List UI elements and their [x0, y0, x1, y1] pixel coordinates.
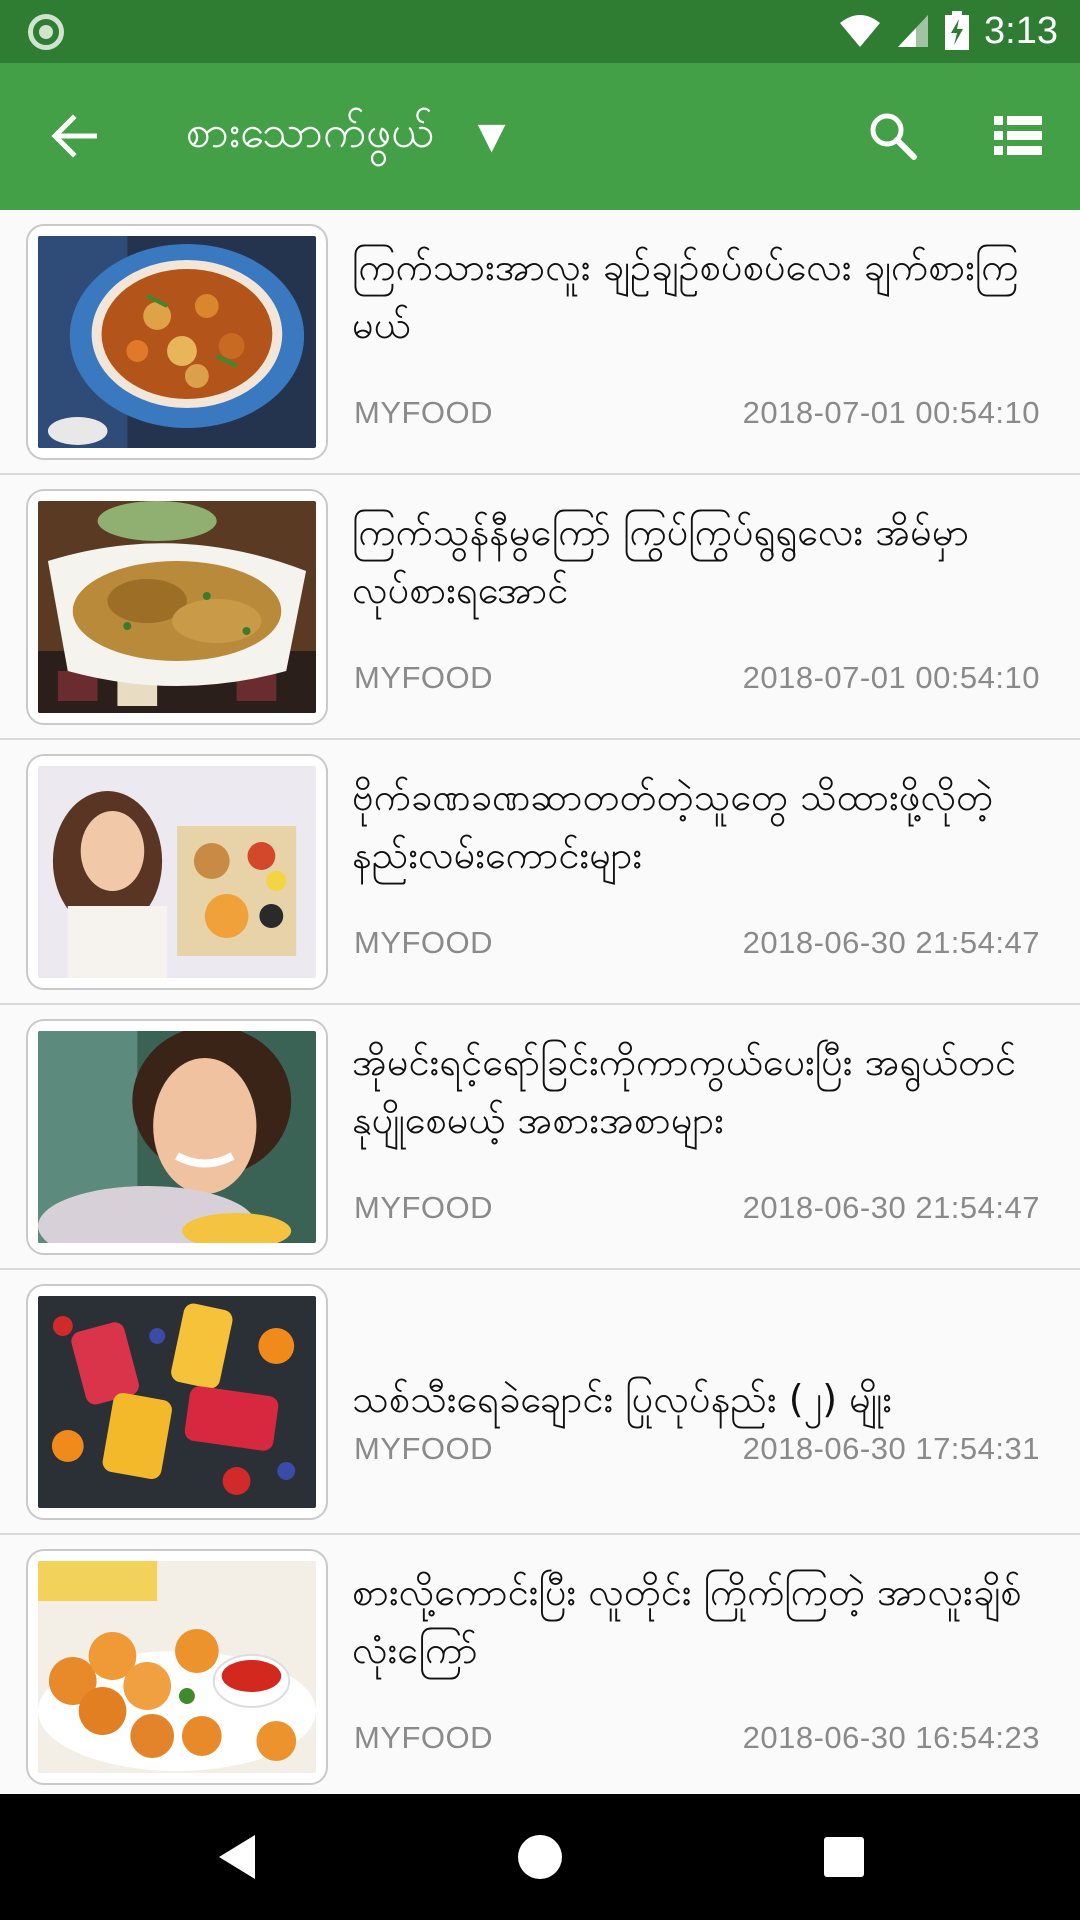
article-source: MYFOOD — [354, 1720, 494, 1755]
back-arrow-icon — [51, 114, 97, 158]
battery-charging-icon — [945, 11, 970, 50]
back-button[interactable] — [42, 103, 108, 169]
article-date: 2018-06-30 21:54:47 — [742, 925, 1040, 960]
article-item[interactable]: ကြက်သားအာလူး ချဉ်ချဉ်စပ်စပ်လေး ချက်စားကြ… — [0, 210, 1080, 475]
system-nav-bar — [0, 1794, 1080, 1920]
nav-home-button[interactable] — [508, 1825, 572, 1889]
article-title[interactable]: စားလို့ကောင်းပြီး လူတိုင်း ကြိုက်ကြတဲ့ အ… — [352, 1563, 1052, 1679]
article-item[interactable]: သစ်သီးရေခဲချောင်း ပြုလုပ်နည်း (၂) မျိုး … — [0, 1270, 1080, 1535]
article-title[interactable]: သစ်သီးရေခဲချောင်း ပြုလုပ်နည်း (၂) မျိုး — [352, 1370, 1052, 1428]
article-thumbnail — [26, 754, 328, 990]
article-item[interactable]: စားလို့ကောင်းပြီး လူတိုင်း ကြိုက်ကြတဲ့ အ… — [0, 1535, 1080, 1794]
wifi-icon — [840, 15, 881, 47]
article-source: MYFOOD — [354, 925, 494, 960]
signal-icon — [898, 15, 929, 47]
notification-ring-icon — [28, 14, 64, 50]
article-date: 2018-07-01 00:54:10 — [742, 660, 1040, 695]
fruit-popsicles-image — [38, 1296, 316, 1508]
nav-back-button[interactable] — [205, 1825, 269, 1889]
onion-fritters-image — [38, 501, 316, 713]
article-date: 2018-06-30 16:54:23 — [742, 1720, 1040, 1755]
status-time: 3:13 — [984, 9, 1058, 52]
article-source: MYFOOD — [354, 660, 494, 695]
article-date: 2018-07-01 00:54:10 — [742, 395, 1040, 430]
article-item[interactable]: ဗိုက်ခဏခဏဆာတတ်တဲ့သူတွေ သိထားဖို့လိုတဲ့နည… — [0, 740, 1080, 1005]
app-toolbar: စားသောက်ဖွယ် ▼ — [0, 63, 1080, 210]
page-title: စားသောက်ဖွယ် — [186, 107, 434, 158]
article-title[interactable]: ဗိုက်ခဏခဏဆာတတ်တဲ့သူတွေ သိထားဖို့လိုတဲ့နည… — [352, 768, 1052, 884]
article-thumbnail — [26, 1019, 328, 1255]
article-thumbnail — [26, 224, 328, 460]
article-item[interactable]: အိုမင်းရင့်ရော်ခြင်းကိုကာကွယ်ပေးပြီး အရွ… — [0, 1005, 1080, 1270]
recents-square-icon — [824, 1837, 864, 1877]
nav-recents-button[interactable] — [812, 1825, 876, 1889]
dropdown-triangle-icon: ▼ — [477, 116, 506, 157]
article-thumbnail — [26, 489, 328, 725]
list-view-icon — [994, 116, 1042, 155]
chicken-potato-curry-image — [38, 236, 316, 448]
woman-eating-image — [38, 1031, 316, 1243]
article-item[interactable]: ကြက်သွန်နီမွကြော် ကြွပ်ကြွပ်ရွရွလေး အိမ်… — [0, 475, 1080, 740]
search-icon — [870, 113, 917, 160]
potato-cheese-balls-image — [38, 1561, 316, 1773]
article-date: 2018-06-30 21:54:47 — [742, 1190, 1040, 1225]
article-thumbnail — [26, 1549, 328, 1785]
status-bar: 3:13 — [0, 0, 1080, 63]
article-date: 2018-06-30 17:54:31 — [742, 1431, 1040, 1466]
article-thumbnail — [26, 1284, 328, 1520]
search-button[interactable] — [860, 103, 926, 169]
article-title[interactable]: ကြက်သွန်နီမွကြော် ကြွပ်ကြွပ်ရွရွလေး အိမ်… — [352, 503, 1052, 619]
article-source: MYFOOD — [354, 1431, 494, 1466]
article-title[interactable]: အိုမင်းရင့်ရော်ခြင်းကိုကာကွယ်ပေးပြီး အရွ… — [352, 1033, 1052, 1149]
article-source: MYFOOD — [354, 395, 494, 430]
article-title[interactable]: ကြက်သားအာလူး ချဉ်ချဉ်စပ်စပ်လေး ချက်စားကြ… — [352, 238, 1052, 354]
status-icons: 3:13 — [838, 6, 1058, 56]
list-view-button[interactable] — [985, 103, 1051, 169]
article-list: ကြက်သားအာလူး ချဉ်ချဉ်စပ်စပ်လေး ချက်စားကြ… — [0, 210, 1080, 1794]
home-circle-icon — [518, 1835, 562, 1879]
woman-breakfast-tray-image — [38, 766, 316, 978]
back-triangle-icon — [219, 1835, 255, 1879]
article-source: MYFOOD — [354, 1190, 494, 1225]
category-selector[interactable]: စားသောက်ဖွယ် ▼ — [186, 93, 505, 181]
